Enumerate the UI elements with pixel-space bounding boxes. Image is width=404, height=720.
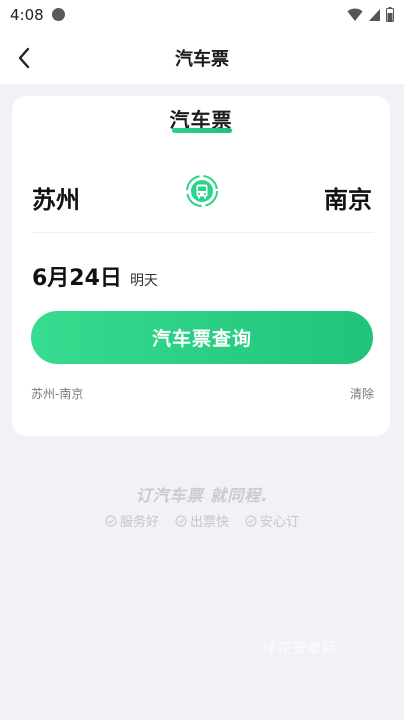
feature-item: 出票快 [175,511,229,530]
search-button[interactable]: 汽车票查询 [31,311,373,364]
feature-label: 出票快 [189,515,229,530]
wifi-icon [347,8,363,21]
feature-list: 服务好 出票快 安心订 [0,511,404,530]
departure-city[interactable]: 苏州 [32,180,80,215]
record-dot-icon [52,8,65,21]
status-bar: 4:08 [0,0,404,32]
feature-item: 服务好 [105,511,159,530]
date-value: 6月24日 [32,266,122,291]
clear-history-button[interactable]: 清除 [350,385,374,402]
battery-icon [386,7,394,22]
check-circle-icon [245,515,257,526]
status-icons [347,7,394,22]
feature-item: 安心订 [245,511,299,530]
status-time: 4:08 [10,6,44,24]
check-circle-icon [175,515,187,526]
signal-icon [369,8,380,21]
slogan: 订汽车票 就同程. [135,486,269,505]
nav-bar: 汽车票 [0,32,404,84]
search-card: 汽车票 苏州 南京 6月24日 明天 汽车票查询 苏州-南京 清除 [12,96,390,436]
page-title: 汽车票 [175,49,229,70]
bus-swap-icon[interactable] [185,174,219,208]
feature-label: 安心订 [260,515,300,530]
divider [32,232,374,233]
watermark: 绿花安卓网 [262,641,337,657]
search-history-item[interactable]: 苏州-南京 [31,385,83,402]
arrival-city[interactable]: 南京 [324,180,372,215]
tab-underline [172,128,232,133]
date-relative: 明天 [129,273,158,289]
feature-label: 服务好 [119,515,159,530]
date-selector[interactable]: 6月24日 明天 [32,260,158,292]
check-circle-icon [105,515,117,526]
